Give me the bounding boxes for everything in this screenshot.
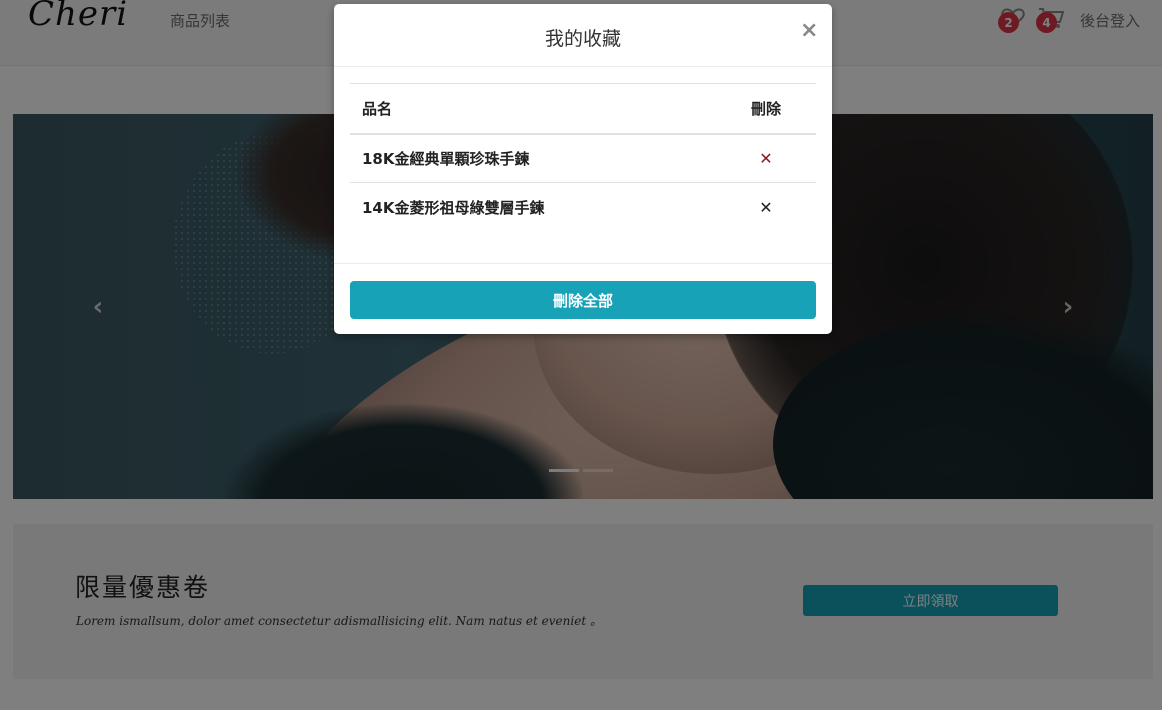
item-name: 18K金經典單顆珍珠手鍊 — [350, 133, 716, 183]
modal-footer: 刪除全部 — [334, 263, 832, 334]
close-icon: ✕ — [759, 197, 773, 217]
close-icon: ✕ — [759, 148, 773, 168]
table-row: 18K金經典單顆珍珠手鍊 ✕ — [350, 133, 816, 183]
delete-all-button[interactable]: 刪除全部 — [350, 281, 816, 319]
favorites-modal: 我的收藏 × 品名 刪除 18K金經典單顆珍珠手鍊 ✕ 14K金菱形祖母綠雙層手… — [334, 4, 832, 334]
favorites-table: 品名 刪除 18K金經典單顆珍珠手鍊 ✕ 14K金菱形祖母綠雙層手鍊 ✕ — [350, 83, 816, 232]
delete-item-button[interactable]: ✕ — [716, 133, 816, 183]
item-name: 14K金菱形祖母綠雙層手鍊 — [362, 198, 545, 217]
header-name: 品名 — [350, 83, 716, 135]
close-icon[interactable]: × — [800, 20, 818, 42]
header-delete: 刪除 — [716, 83, 816, 135]
modal-title: 我的收藏 — [544, 28, 621, 50]
table-row: 14K金菱形祖母綠雙層手鍊 ✕ — [350, 183, 816, 232]
table-header-row: 品名 刪除 — [350, 83, 816, 135]
modal-header: 我的收藏 × — [334, 4, 832, 67]
delete-item-button[interactable]: ✕ — [716, 183, 816, 232]
